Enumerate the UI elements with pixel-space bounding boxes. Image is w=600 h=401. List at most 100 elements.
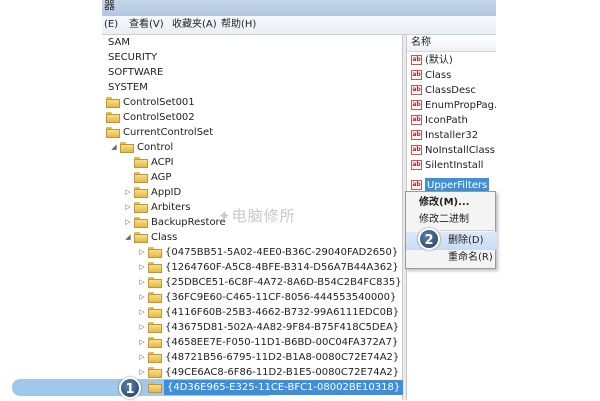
tree-item-label: {36FC9E60-C465-11CF-8056-444553540000} bbox=[165, 292, 397, 303]
string-value-icon: ab bbox=[411, 70, 422, 80]
value-item-classdesc[interactable]: ab ClassDesc bbox=[407, 83, 496, 98]
value-item-iconpath[interactable]: ab IconPath bbox=[407, 113, 496, 128]
tree-item-label: ControlSet002 bbox=[123, 112, 195, 123]
folder-icon bbox=[148, 277, 162, 288]
tree-item-acpi[interactable]: ACPI bbox=[102, 155, 402, 170]
value-item-noinstallclass[interactable]: ab NoInstallClass bbox=[407, 143, 496, 158]
tree-item-class-guid[interactable]: ▷ {36FC9E60-C465-11CF-8056-444553540000} bbox=[102, 290, 402, 305]
tree-item-class-guid[interactable]: ▷ {48721B56-6795-11D2-B1A8-0080C72E74A2} bbox=[102, 350, 402, 365]
tree-item-class-guid[interactable]: ▷ {49CE6AC8-6F86-11D2-B1E5-0080C72E74A2} bbox=[102, 365, 402, 380]
right-margin bbox=[496, 0, 600, 400]
value-item-class[interactable]: ab Class bbox=[407, 68, 496, 83]
collapsed-arrow-icon[interactable]: ▷ bbox=[138, 365, 146, 380]
title-bar: 器 bbox=[102, 0, 496, 16]
value-item-label: (默认) bbox=[425, 55, 453, 66]
tree-item-selected-class-guid[interactable]: {4D36E965-E325-11CE-BFC1-08002BE10318} bbox=[102, 380, 404, 395]
collapsed-arrow-icon[interactable]: ▷ bbox=[124, 185, 132, 200]
tree-item-class-guid[interactable]: ▷ {4116F60B-25B3-4662-B732-99A6111EDC0B} bbox=[102, 305, 402, 320]
folder-icon bbox=[134, 157, 148, 168]
value-item-label: NoInstallClass bbox=[425, 145, 496, 156]
tree-item-label: {25DBCE51-6C8F-4A72-8A6D-B54C2B4FC835} bbox=[165, 277, 402, 288]
column-header-name[interactable]: 名称 bbox=[407, 35, 496, 52]
tree-item-class-guid[interactable]: ▷ {4658EE7E-F050-11D1-B6BD-00C04FA372A7} bbox=[102, 335, 402, 350]
context-menu-label: 重命名(R) bbox=[448, 252, 493, 263]
collapsed-arrow-icon[interactable]: ▷ bbox=[138, 320, 146, 335]
tree-item-label: {4D36E965-E325-11CE-BFC1-08002BE10318} bbox=[164, 380, 404, 395]
menu-bar: (E) 查看(V) 收藏夹(A) 帮助(H) bbox=[102, 16, 496, 35]
tree-item-class-guid[interactable]: ▷ {0475BB51-5A02-4EE0-B36C-29040FAD2650} bbox=[102, 245, 402, 260]
tree-item-currentcontrolset[interactable]: CurrentControlSet bbox=[102, 125, 402, 140]
tree-item-class-guid[interactable]: ▷ {25DBCE51-6C8F-4A72-8A6D-B54C2B4FC835} bbox=[102, 275, 402, 290]
tree-item-label: SECURITY bbox=[108, 52, 158, 63]
menu-view[interactable]: 查看(V) bbox=[129, 18, 164, 32]
tree-item-security[interactable]: SECURITY bbox=[102, 50, 402, 65]
expand-arrow-icon[interactable]: ◢ bbox=[110, 140, 118, 155]
string-value-icon: ab bbox=[411, 115, 422, 125]
collapsed-arrow-icon[interactable]: ▷ bbox=[138, 335, 146, 350]
folder-icon bbox=[148, 247, 162, 258]
tree-item-appid[interactable]: ▷ AppID bbox=[102, 185, 402, 200]
tree-item-class[interactable]: ◢ Class bbox=[102, 230, 402, 245]
folder-icon bbox=[134, 217, 148, 228]
string-value-icon: ab bbox=[411, 160, 422, 170]
tree-item-label: {43675D81-502A-4A82-9F84-B75F418C5DEA} bbox=[165, 322, 400, 333]
string-value-icon: ab bbox=[411, 145, 422, 155]
folder-icon bbox=[106, 112, 120, 123]
folder-icon bbox=[148, 337, 162, 348]
value-item-label: ClassDesc bbox=[425, 85, 476, 96]
string-value-icon: ab bbox=[411, 100, 422, 110]
collapsed-arrow-icon[interactable]: ▷ bbox=[138, 245, 146, 260]
tree-item-label: {1264760F-A5C8-4BFE-B314-D56A7B44A362} bbox=[165, 262, 399, 273]
tree-item-label: SYSTEM bbox=[108, 82, 148, 93]
folder-icon bbox=[134, 187, 148, 198]
menu-help[interactable]: 帮助(H) bbox=[221, 18, 256, 32]
value-item-label: EnumPropPag... bbox=[425, 100, 496, 111]
folder-icon bbox=[134, 202, 148, 213]
folder-icon bbox=[148, 367, 162, 378]
context-menu-modify[interactable]: 修改(M)... bbox=[406, 194, 497, 212]
folder-icon bbox=[148, 292, 162, 303]
collapsed-arrow-icon[interactable]: ▷ bbox=[138, 260, 146, 275]
step-badge-2: 2 bbox=[418, 228, 440, 250]
window-title: 器 bbox=[104, 0, 115, 12]
tree-item-sam[interactable]: SAM bbox=[102, 35, 402, 50]
tree-item-class-guid[interactable]: ▷ {43675D81-502A-4A82-9F84-B75F418C5DEA} bbox=[102, 320, 402, 335]
value-item-label: Class bbox=[425, 70, 452, 81]
menu-favorites[interactable]: 收藏夹(A) bbox=[172, 18, 217, 32]
value-item-enumproppages[interactable]: ab EnumPropPag... bbox=[407, 98, 496, 113]
folder-icon bbox=[106, 97, 120, 108]
tree-item-system[interactable]: SYSTEM bbox=[102, 80, 402, 95]
tree-item-label: {4116F60B-25B3-4662-B732-99A6111EDC0B} bbox=[165, 307, 400, 318]
tree-item-agp[interactable]: AGP bbox=[102, 170, 402, 185]
context-menu-rename[interactable]: 重命名(R) bbox=[406, 249, 497, 267]
tree-item-label: Control bbox=[137, 142, 174, 153]
tree-item-label: CurrentControlSet bbox=[123, 127, 214, 138]
tree-item-control[interactable]: ◢ Control bbox=[102, 140, 402, 155]
value-item-label: SilentInstall bbox=[425, 160, 484, 171]
collapsed-arrow-icon[interactable]: ▷ bbox=[124, 215, 132, 230]
value-item-default[interactable]: ab (默认) bbox=[407, 53, 496, 68]
collapsed-arrow-icon[interactable]: ▷ bbox=[138, 290, 146, 305]
collapsed-arrow-icon[interactable]: ▷ bbox=[138, 350, 146, 365]
value-item-installer32[interactable]: ab Installer32 bbox=[407, 128, 496, 143]
tree-item-class-guid[interactable]: ▷ {1264760F-A5C8-4BFE-B314-D56A7B44A362} bbox=[102, 260, 402, 275]
menu-edit[interactable]: (E) bbox=[104, 18, 118, 32]
column-header-label: 名称 bbox=[411, 37, 431, 48]
expand-arrow-icon[interactable]: ◢ bbox=[124, 230, 132, 245]
multi-string-value-icon: ab bbox=[411, 180, 422, 190]
collapsed-arrow-icon[interactable]: ▷ bbox=[124, 200, 132, 215]
value-item-silentinstall[interactable]: ab SilentInstall bbox=[407, 158, 496, 173]
tree-item-controlset002[interactable]: ControlSet002 bbox=[102, 110, 402, 125]
folder-icon bbox=[148, 262, 162, 273]
tree-item-label: Class bbox=[151, 232, 178, 243]
folder-open-icon bbox=[134, 232, 148, 243]
collapsed-arrow-icon[interactable]: ▷ bbox=[138, 275, 146, 290]
collapsed-arrow-icon[interactable]: ▷ bbox=[138, 305, 146, 320]
context-menu-modify-binary[interactable]: 修改二进制 bbox=[406, 211, 497, 229]
folder-icon bbox=[148, 307, 162, 318]
tree-item-label: SAM bbox=[108, 37, 131, 48]
tree-item-software[interactable]: SOFTWARE bbox=[102, 65, 402, 80]
string-value-icon: ab bbox=[411, 130, 422, 140]
context-menu-label: 修改二进制 bbox=[419, 214, 469, 225]
tree-item-controlset001[interactable]: ControlSet001 bbox=[102, 95, 402, 110]
